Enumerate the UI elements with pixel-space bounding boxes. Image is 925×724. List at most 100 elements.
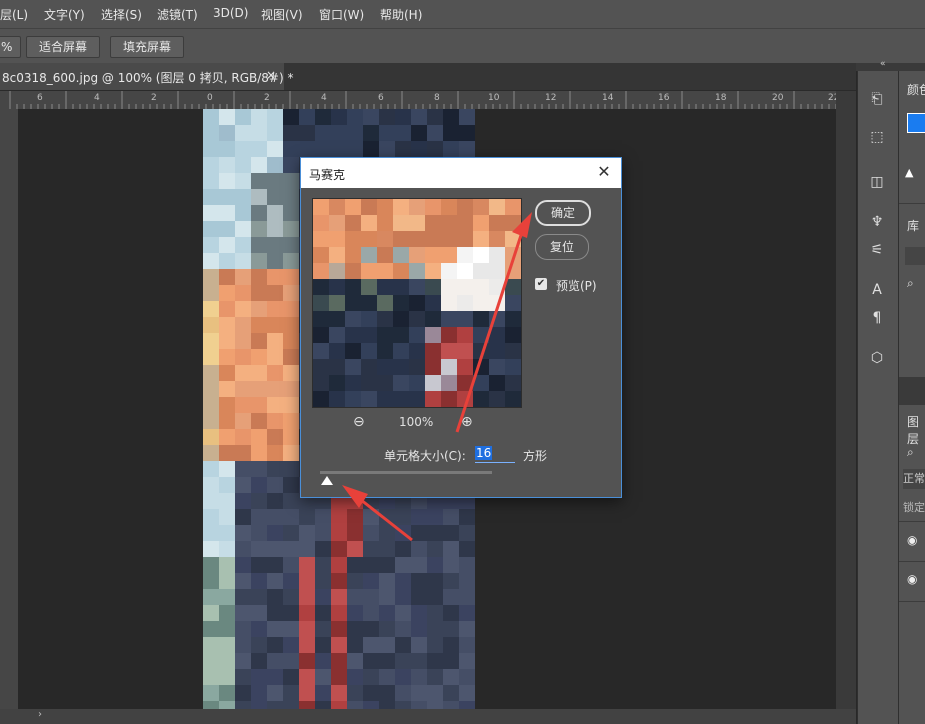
mosaic-cell — [313, 359, 329, 375]
layer-visibility-eye-icon[interactable]: ◉ — [907, 572, 917, 586]
mosaic-cell — [489, 311, 505, 327]
mosaic-cell — [315, 621, 331, 637]
mosaic-cell — [331, 685, 347, 701]
menu-view[interactable]: 视图(V) — [261, 6, 303, 23]
properties-icon[interactable]: ⬚ — [866, 126, 888, 148]
cell-size-slider-thumb[interactable] — [320, 476, 333, 485]
mosaic-cell — [457, 343, 473, 359]
mosaic-cell — [267, 669, 283, 685]
mosaic-cell — [219, 541, 235, 557]
mosaic-cell — [235, 141, 251, 157]
mosaic-cell — [219, 157, 235, 173]
mosaic-cell — [425, 327, 441, 343]
dialog-title-bar[interactable]: 马赛克 ✕ — [301, 158, 621, 188]
mosaic-cell — [395, 573, 411, 589]
mosaic-cell — [409, 295, 425, 311]
mosaic-cell — [361, 375, 377, 391]
vertical-ruler[interactable] — [0, 109, 18, 709]
close-tab-icon[interactable]: × — [266, 68, 276, 82]
mosaic-cell — [283, 461, 299, 477]
menu-window[interactable]: 窗口(W) — [319, 6, 364, 23]
layer-filter-icon[interactable]: ⌕ — [907, 445, 914, 460]
menu-3d[interactable]: 3D(D) — [213, 6, 248, 20]
mosaic-cell — [235, 493, 251, 509]
zoom-in-icon[interactable]: ⊕ — [461, 414, 473, 430]
mosaic-cell — [425, 263, 441, 279]
mosaic-cell — [427, 589, 443, 605]
search-icon[interactable]: ⌕ — [907, 276, 914, 291]
mosaic-cell — [489, 295, 505, 311]
mosaic-cell — [219, 109, 235, 125]
cell-size-slider[interactable] — [320, 471, 492, 474]
ok-button[interactable]: 确定 — [535, 200, 591, 226]
preview-label: 预览(P) — [556, 279, 597, 293]
close-icon[interactable]: ✕ — [595, 163, 613, 181]
menu-layer[interactable]: 层(L) — [0, 6, 28, 23]
mosaic-cell — [505, 263, 521, 279]
mosaic-cell — [361, 311, 377, 327]
fit-screen-button[interactable]: 适合屏幕 — [26, 36, 101, 58]
brush-settings-icon[interactable]: ⚟ — [866, 239, 888, 261]
mosaic-cell — [363, 525, 379, 541]
mosaic-cell — [203, 429, 219, 445]
mosaic-cell — [489, 327, 505, 343]
mosaic-cell — [393, 343, 409, 359]
horizontal-ruler[interactable]: 6 4 2 0 2 4 6 8 10 12 14 16 18 20 22 — [0, 91, 856, 110]
menu-select[interactable]: 选择(S) — [101, 6, 142, 23]
mosaic-cell — [395, 541, 411, 557]
fill-screen-button[interactable]: 填充屏幕 — [110, 36, 185, 58]
collapse-arrows-icon[interactable]: « — [880, 59, 886, 69]
reset-button[interactable]: 复位 — [535, 234, 589, 260]
mosaic-cell — [251, 525, 267, 541]
3d-icon[interactable]: ⬡ — [866, 347, 888, 369]
mosaic-cell — [283, 685, 299, 701]
color-panel-label[interactable]: 颜色 — [907, 81, 925, 98]
layers-panel-label[interactable]: 图层 — [907, 413, 925, 447]
mosaic-cell — [411, 621, 427, 637]
mosaic-cell — [443, 141, 459, 157]
mosaic-cell — [331, 573, 347, 589]
character-icon[interactable]: A — [866, 279, 888, 301]
mosaic-cell — [441, 199, 457, 215]
zoom-out-icon[interactable]: ⊖ — [353, 414, 365, 430]
mosaic-cell — [329, 343, 345, 359]
mosaic-cell — [251, 317, 267, 333]
library-panel-label[interactable]: 库 — [907, 217, 919, 234]
mosaic-cell — [235, 333, 251, 349]
mosaic-cell — [315, 685, 331, 701]
blend-mode-select[interactable]: 正常 — [903, 469, 925, 489]
preview-checkbox[interactable]: ✔ — [535, 278, 547, 290]
menu-filter[interactable]: 滤镜(T) — [157, 6, 198, 23]
adjustments-icon[interactable]: ◫ — [866, 171, 888, 193]
mosaic-cell — [393, 391, 409, 407]
brushes-icon[interactable]: ♆ — [866, 211, 888, 233]
mosaic-cell — [363, 685, 379, 701]
menu-help[interactable]: 帮助(H) — [380, 6, 422, 23]
mosaic-cell — [235, 445, 251, 461]
mosaic-cell — [251, 269, 267, 285]
vertical-scrollbar[interactable] — [836, 91, 856, 711]
mosaic-cell — [489, 343, 505, 359]
mosaic-cell — [251, 381, 267, 397]
zoom-percent-button[interactable]: % — [0, 36, 22, 58]
mosaic-cell — [409, 231, 425, 247]
layer-visibility-eye-icon[interactable]: ◉ — [907, 533, 917, 547]
cell-size-input[interactable]: 16 — [475, 446, 515, 463]
library-dropdown[interactable] — [905, 247, 925, 265]
mosaic-cell — [235, 205, 251, 221]
mosaic-cell — [283, 173, 299, 189]
menu-type[interactable]: 文字(Y) — [44, 6, 85, 23]
mosaic-cell — [489, 247, 505, 263]
filter-preview[interactable] — [312, 198, 522, 408]
panel-collapse-bar[interactable]: « — [856, 59, 925, 71]
document-tab[interactable]: 8c0318_600.jpg @ 100% (图层 0 拷贝, RGB/8#) … — [0, 63, 293, 90]
mosaic-cell — [203, 669, 219, 685]
mosaic-cell — [395, 701, 411, 709]
paragraph-icon[interactable]: ¶ — [866, 307, 888, 329]
status-chevron-icon[interactable]: › — [38, 709, 42, 720]
history-icon[interactable]: ⎗ — [866, 88, 888, 110]
foreground-swatch[interactable] — [907, 113, 925, 133]
mosaic-cell — [505, 343, 521, 359]
mosaic-cell — [347, 125, 363, 141]
mosaic-cell — [473, 215, 489, 231]
